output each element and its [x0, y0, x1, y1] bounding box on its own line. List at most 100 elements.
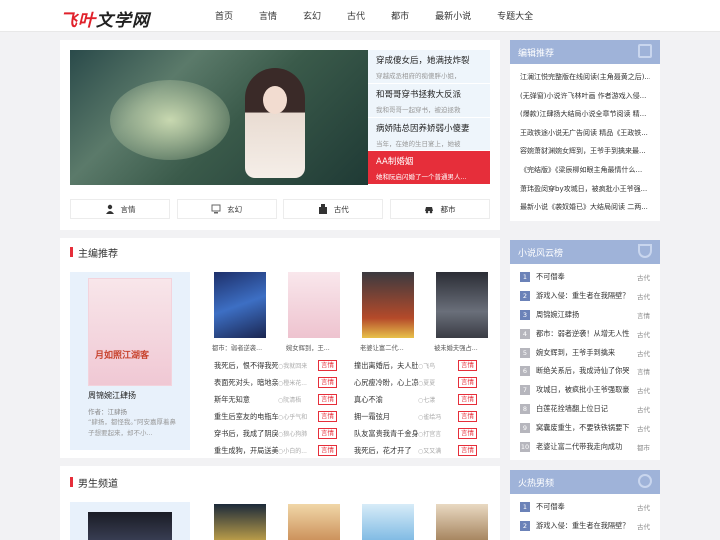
recommend-item[interactable]: 江澜江悦完整版在线阅读(主角聂黄之后)...	[520, 68, 650, 87]
book-row-item[interactable]: 拥一霜弦月 ○雀给冯 言情	[354, 411, 494, 422]
genre-tag[interactable]: 言情	[318, 377, 337, 388]
rank-book-name[interactable]: 周锦婉江肆扬	[536, 310, 630, 320]
rank-item[interactable]: 2 游戏入侵：重生者在我隔壁？ 古代	[520, 517, 650, 536]
book-row-item[interactable]: 重生后室友的电瓶车...○心乎气和 言情	[214, 411, 354, 422]
rank-book-name[interactable]: 不可僭奉	[536, 272, 630, 282]
site-logo[interactable]: 飞叶文学网	[60, 6, 150, 31]
genre-tag[interactable]: 言情	[318, 360, 337, 371]
genre-tag[interactable]: 言情	[318, 411, 337, 422]
recommend-item[interactable]: 王政铁途小说无广告阅读 精品《王政铁...	[520, 124, 650, 143]
rank-item[interactable]: 4 都市：弱者逆袭！从增无人性 古代	[520, 324, 650, 343]
book-title[interactable]: 我死后，恨不得我死	[214, 361, 278, 371]
book-title[interactable]: 穿书后，我成了阴戾...	[214, 429, 278, 439]
nav-latest[interactable]: 最新小说	[435, 9, 471, 22]
male-featured-cover	[88, 512, 172, 540]
section-title-editor: 主编推荐	[70, 245, 118, 260]
recommend-item[interactable]: (无弹窗)小说许飞林叶画 作者游戏入侵...	[520, 87, 650, 106]
book-row-item[interactable]: 真心不渝 ○七漾 言情	[354, 394, 494, 405]
banner-item[interactable]: 病娇陆总因养娇弱小傻妻 当年，在她的生日宴上，她被	[368, 117, 490, 152]
featured-book[interactable]: 月如照江湖客 周锦婉江肆扬 作者：江肆扬 “肆扬，都怪我。”阿安嘉厚着鼻子想要起…	[70, 272, 190, 450]
book-card[interactable]: 都市：弱者逆袭...	[212, 272, 286, 352]
book-row-item[interactable]: 队友富贵我青千金身份○打宫言 言情	[354, 428, 494, 439]
rank-book-name[interactable]: 白莲花拴墙翻上位日记	[536, 404, 630, 414]
genre-tag[interactable]: 言情	[458, 445, 477, 456]
book-title[interactable]: 队友富贵我青千金身份	[354, 429, 418, 439]
book-row-item[interactable]: 心尻瘦冷盼，心上凉...○夏夏 言情	[354, 377, 494, 388]
rank-item[interactable]: 1 不可僭奉 古代	[520, 498, 650, 517]
genre-tag[interactable]: 言情	[458, 394, 477, 405]
male-featured[interactable]	[70, 502, 190, 540]
book-row-item[interactable]: 斯年无知意 ○阮清梧 言情	[214, 394, 354, 405]
book-row-item[interactable]: 穿书后，我成了阴戾...○狼心狗肺 言情	[214, 428, 354, 439]
rank-item[interactable]: 3 周锦婉江肆扬 言情	[520, 306, 650, 325]
book-title[interactable]: 撞出离婚后，夫人肚...	[354, 361, 418, 371]
rank-item[interactable]: 10 老婆让富二代带我走向成功 都市	[520, 437, 650, 456]
rank-book-name[interactable]: 攻城日，被疯批小王爷强取豪	[536, 385, 630, 395]
recommend-item[interactable]: 最新小说《袭奴婚已》大结局阅读 二两...	[520, 198, 650, 217]
male-book-cover[interactable]	[436, 504, 488, 540]
rank-book-name[interactable]: 断绝关系后，我成诗仙了你哭	[536, 366, 630, 376]
book-card[interactable]: 老婆让富二代...	[360, 272, 434, 352]
book-card[interactable]: 被未婚夫强占...	[434, 272, 508, 352]
genre-tag[interactable]: 言情	[318, 428, 337, 439]
book-row-item[interactable]: 重生成狗，开局送美...○小白的... 言情	[214, 445, 354, 456]
genre-tag[interactable]: 言情	[458, 377, 477, 388]
nav-ancient[interactable]: 古代	[347, 9, 365, 22]
banner-item[interactable]: 穿成傻女后，她满技炸裂 穿越成丞相府的痴傻胖小姐，	[368, 50, 490, 84]
nav-fantasy[interactable]: 玄幻	[303, 9, 321, 22]
rank-item[interactable]: 9 窝囊废重生，不要铁铁锅要下 古代	[520, 418, 650, 437]
recommend-item[interactable]: 容婉萧豺渊婉女辉到，王爷手到擒来最...	[520, 142, 650, 161]
rank-item[interactable]: 5 婉女辉到，王爷手到擒来 古代	[520, 343, 650, 362]
rank-book-name[interactable]: 不可僭奉	[536, 502, 630, 512]
male-book-cover[interactable]	[362, 504, 414, 540]
rank-book-name[interactable]: 婉女辉到，王爷手到擒来	[536, 348, 630, 358]
cat-urban[interactable]: 都市	[389, 199, 490, 219]
book-row-item[interactable]: 我死后，恨不得我死 ○我就回来 言情	[214, 360, 354, 371]
banner-image[interactable]	[70, 50, 368, 185]
book-row-item[interactable]: 我死后，花才开了 ○又又满 言情	[354, 445, 494, 456]
rank-item[interactable]: 7 攻城日，被疯批小王爷强取豪 古代	[520, 381, 650, 400]
book-name: 被未婚夫强占...	[434, 345, 478, 352]
genre-tag[interactable]: 言情	[458, 360, 477, 371]
cat-ancient[interactable]: 古代	[283, 199, 384, 219]
genre-tag[interactable]: 言情	[318, 445, 337, 456]
recommend-item[interactable]: 《完结版》《梁辰柳如眼主角最情什么...	[520, 161, 650, 180]
rank-book-name[interactable]: 游戏入侵：重生者在我隔壁？	[536, 291, 630, 301]
book-title[interactable]: 心尻瘦冷盼，心上凉...	[354, 378, 418, 388]
banner-item[interactable]: 和哥哥穿书拯救大反派 我和哥哥一起穿书，被迫拯救	[368, 83, 490, 118]
rank-item[interactable]: 1 不可僭奉 古代	[520, 268, 650, 287]
nav-topics[interactable]: 专题大全	[497, 9, 533, 22]
rank-number: 3	[520, 309, 530, 320]
genre-tag[interactable]: 言情	[458, 411, 477, 422]
genre-tag[interactable]: 言情	[458, 428, 477, 439]
nav-urban[interactable]: 都市	[391, 9, 409, 22]
book-title[interactable]: 重生后室友的电瓶车...	[214, 412, 278, 422]
book-title[interactable]: 斯年无知意	[214, 395, 278, 405]
genre-tag[interactable]: 言情	[318, 394, 337, 405]
book-row-item[interactable]: 撞出离婚后，夫人肚...○飞鸟 言情	[354, 360, 494, 371]
cat-fantasy[interactable]: 玄幻	[176, 199, 277, 219]
rank-book-name[interactable]: 老婆让富二代带我走向成功	[536, 442, 630, 452]
book-card[interactable]: 婉女辉到，王...	[286, 272, 360, 352]
recommend-item[interactable]: 萧玮盈闵穿by攻城日，被疯批小王爷强...	[520, 180, 650, 199]
cat-romance[interactable]: 言情	[70, 199, 170, 219]
recommend-item[interactable]: (爆款)江肆扬大结局小说全章节阅读 精...	[520, 105, 650, 124]
banner-item-active[interactable]: AA制婚姻 她和阮启闪婚了一个普通男人...	[368, 151, 490, 185]
book-title[interactable]: 重生成狗，开局送美...	[214, 446, 278, 456]
nav-romance[interactable]: 言情	[259, 9, 277, 22]
rank-book-name[interactable]: 都市：弱者逆袭！从增无人性	[536, 329, 630, 339]
nav-home[interactable]: 首页	[215, 9, 233, 22]
book-row-item[interactable]: 表面死对头，暗地亲...○橙米花... 言情	[214, 377, 354, 388]
sidebar-recommend-header: 编辑推荐	[510, 40, 660, 64]
book-title[interactable]: 真心不渝	[354, 395, 418, 405]
rank-item[interactable]: 6 断绝关系后，我成诗仙了你哭 言情	[520, 362, 650, 381]
male-book-cover[interactable]	[214, 504, 266, 540]
rank-book-name[interactable]: 窝囊废重生，不要铁铁锅要下	[536, 423, 630, 433]
rank-book-name[interactable]: 游戏入侵：重生者在我隔壁？	[536, 521, 630, 531]
book-title[interactable]: 表面死对头，暗地亲...	[214, 378, 278, 388]
rank-item[interactable]: 2 游戏入侵：重生者在我隔壁？ 古代	[520, 287, 650, 306]
book-title[interactable]: 我死后，花才开了	[354, 446, 418, 456]
male-book-cover[interactable]	[288, 504, 340, 540]
rank-item[interactable]: 8 白莲花拴墙翻上位日记 古代	[520, 400, 650, 419]
book-title[interactable]: 拥一霜弦月	[354, 412, 418, 422]
